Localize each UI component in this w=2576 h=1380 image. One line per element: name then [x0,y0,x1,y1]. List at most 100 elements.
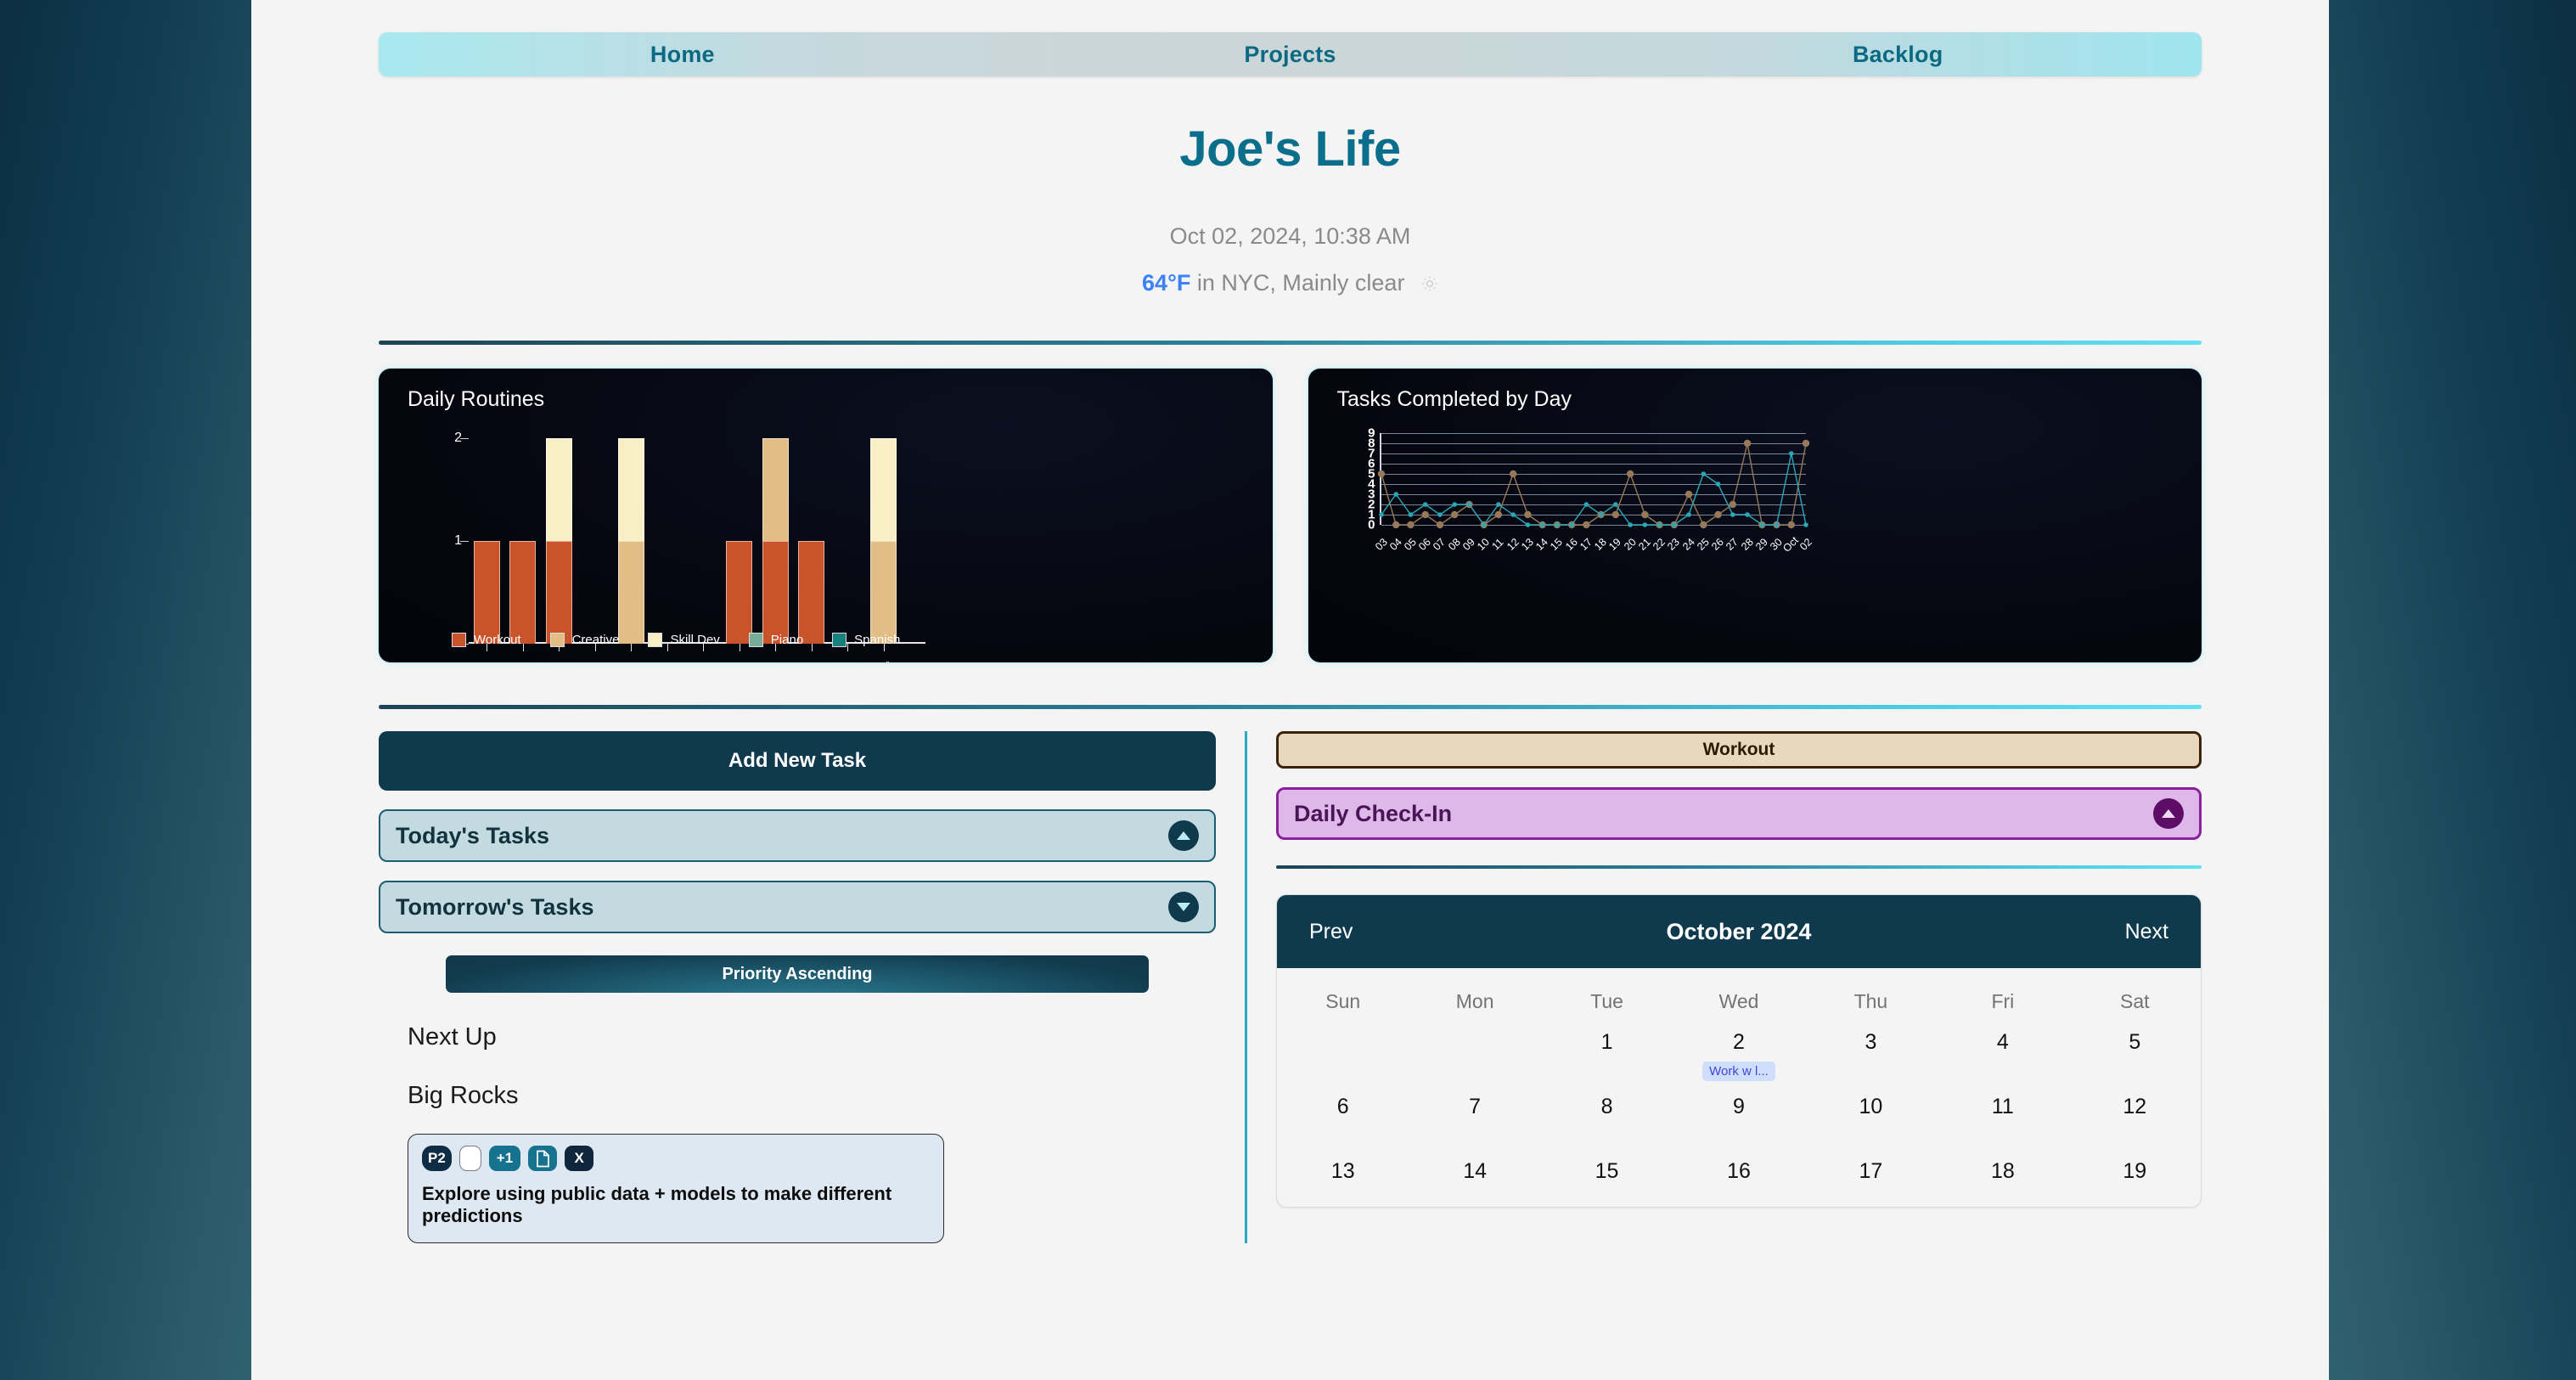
chevron-up-icon[interactable] [1168,820,1199,851]
subtask-count-badge[interactable]: +1 [488,1146,521,1171]
line-data-point[interactable] [1450,510,1458,519]
line-data-point[interactable] [1701,471,1706,476]
calendar-day-cell[interactable]: 6 [1277,1078,1409,1142]
priority-badge[interactable]: P2 [422,1146,452,1171]
chevron-down-icon[interactable] [1168,892,1199,922]
bar-column[interactable]: 22 [685,438,722,662]
legend-item[interactable]: Piano [748,633,803,647]
line-data-point[interactable] [1685,490,1692,498]
task-card[interactable]: P2 +1 X Explore using public data + mode… [408,1134,944,1243]
line-data-point[interactable] [1392,521,1399,529]
line-data-point[interactable] [1774,522,1779,527]
calendar-day-cell[interactable]: 16 [1673,1142,1804,1207]
nav-projects[interactable]: Projects [987,42,1595,68]
line-data-point[interactable] [1495,502,1501,507]
calendar-day-cell[interactable]: 18 [1937,1142,2068,1207]
line-data-point[interactable] [1377,470,1385,478]
line-data-point[interactable] [1582,521,1590,529]
add-new-task-button[interactable]: Add New Task [379,731,1216,791]
calendar-prev-button[interactable]: Prev [1309,920,1353,944]
line-data-point[interactable] [1743,439,1751,448]
bar-column[interactable]: 11 [577,438,614,662]
bar-column[interactable]: Oct [866,438,903,662]
bar-column[interactable]: 08 [505,438,542,662]
line-data-point[interactable] [1787,521,1795,529]
calendar-day-cell[interactable]: 15 [1541,1142,1673,1207]
line-data-point[interactable] [1758,522,1764,527]
line-data-point[interactable] [1525,522,1530,527]
calendar-day-cell[interactable]: 10 [1805,1078,1937,1142]
accordion-tomorrows-tasks[interactable]: Tomorrow's Tasks [379,881,1216,933]
line-data-point[interactable] [1640,510,1649,519]
calendar-day-cell[interactable]: 14 [1409,1142,1540,1207]
line-data-point[interactable] [1788,451,1794,456]
line-data-point[interactable] [1671,522,1677,527]
line-data-point[interactable] [1713,510,1722,519]
line-data-point[interactable] [1744,512,1750,517]
calendar-day-cell[interactable]: 11 [1937,1078,2068,1142]
bar-column[interactable]: 16 [613,438,650,662]
line-data-point[interactable] [1510,512,1516,517]
line-data-point[interactable] [1568,522,1574,527]
line-data-point[interactable] [1583,502,1589,507]
line-data-point[interactable] [1378,512,1384,517]
line-data-point[interactable] [1392,492,1398,497]
accordion-todays-tasks[interactable]: Today's Tasks [379,809,1216,862]
calendar-day-cell[interactable]: 1 [1541,1013,1673,1078]
line-data-point[interactable] [1408,512,1413,517]
document-icon[interactable] [528,1146,558,1171]
line-data-point[interactable] [1436,521,1443,529]
line-data-point[interactable] [1406,521,1415,529]
calendar-day-cell[interactable]: 3 [1805,1013,1937,1078]
chevron-up-icon-purple[interactable] [2153,798,2184,829]
line-data-point[interactable] [1523,510,1532,519]
calendar-day-cell[interactable]: 4 [1937,1013,2068,1078]
calendar-next-button[interactable]: Next [2125,920,2168,944]
task-checkbox[interactable] [458,1146,481,1171]
delete-task-icon[interactable]: X [565,1146,594,1171]
line-data-point[interactable] [1730,512,1735,517]
bar-column[interactable]: 02 [469,438,505,662]
line-data-point[interactable] [1715,482,1720,487]
bar-column[interactable]: 19 [650,438,686,662]
line-data-point[interactable] [1466,502,1471,507]
legend-item[interactable]: Workout [452,633,521,647]
line-data-point[interactable] [1554,522,1560,527]
bar-column[interactable]: 25 [757,438,794,662]
calendar-day-cell[interactable]: 5 [2069,1013,2201,1078]
calendar-day-cell[interactable]: 17 [1805,1142,1937,1207]
bar-column[interactable]: 30 [830,438,866,662]
calendar-day-cell[interactable]: 9 [1673,1078,1804,1142]
bar-column[interactable]: 09 [541,438,577,662]
calendar-day-cell[interactable]: 19 [2069,1142,2201,1207]
line-data-point[interactable] [1626,470,1634,478]
legend-item[interactable]: Skill Dev [648,633,720,647]
line-data-point[interactable] [1437,512,1443,517]
line-data-point[interactable] [1802,439,1809,448]
accordion-daily-check-in[interactable]: Daily Check-In [1276,787,2202,840]
line-data-point[interactable] [1803,522,1808,527]
legend-item[interactable]: Creative [549,633,619,647]
bar-column[interactable]: 24 [722,438,758,662]
nav-backlog[interactable]: Backlog [1594,42,2202,68]
calendar-day-cell[interactable]: 2 Work w l... [1673,1013,1804,1081]
line-data-point[interactable] [1422,502,1428,507]
calendar-day-cell[interactable]: 8 [1541,1078,1673,1142]
line-data-point[interactable] [1509,470,1516,478]
calendar-day-cell[interactable]: 7 [1409,1078,1540,1142]
calendar-day-cell[interactable]: 13 [1277,1142,1409,1207]
sort-order-button[interactable]: Priority Ascending [445,955,1150,993]
nav-home[interactable]: Home [379,42,987,68]
line-data-point[interactable] [1598,512,1603,517]
line-data-point[interactable] [1685,512,1691,517]
bar-column[interactable]: 26 [794,438,830,662]
line-data-point[interactable] [1611,510,1619,519]
legend-item[interactable]: Spanish [832,633,900,647]
line-data-point[interactable] [1642,522,1647,527]
line-data-point[interactable] [1656,522,1662,527]
line-data-point[interactable] [1421,510,1429,519]
line-data-point[interactable] [1729,500,1736,509]
line-data-point[interactable] [1699,521,1707,529]
line-data-point[interactable] [1612,502,1618,507]
calendar-day-cell[interactable]: 12 [2069,1078,2201,1142]
